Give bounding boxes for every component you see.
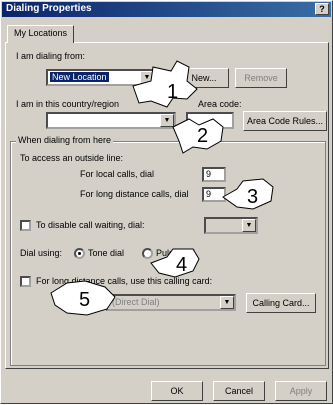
tab-my-locations[interactable]: My Locations (7, 25, 75, 43)
callout-5: 5 (50, 280, 116, 316)
callout-2-number: 2 (197, 125, 208, 147)
callout-2: 2 (172, 118, 224, 154)
dialing-properties-window: Dialing Properties ? My Locations I am d… (0, 0, 333, 404)
callout-1-number: 1 (167, 81, 178, 103)
callout-5-number: 5 (79, 289, 90, 311)
callout-3-number: 3 (247, 186, 258, 208)
callout-1: 1 (132, 60, 198, 108)
callout-4: 4 (150, 248, 200, 278)
callout-3: 3 (222, 178, 274, 210)
callout-overlay: 1 2 3 4 5 (50, 60, 274, 316)
callout-4-number: 4 (176, 254, 187, 276)
